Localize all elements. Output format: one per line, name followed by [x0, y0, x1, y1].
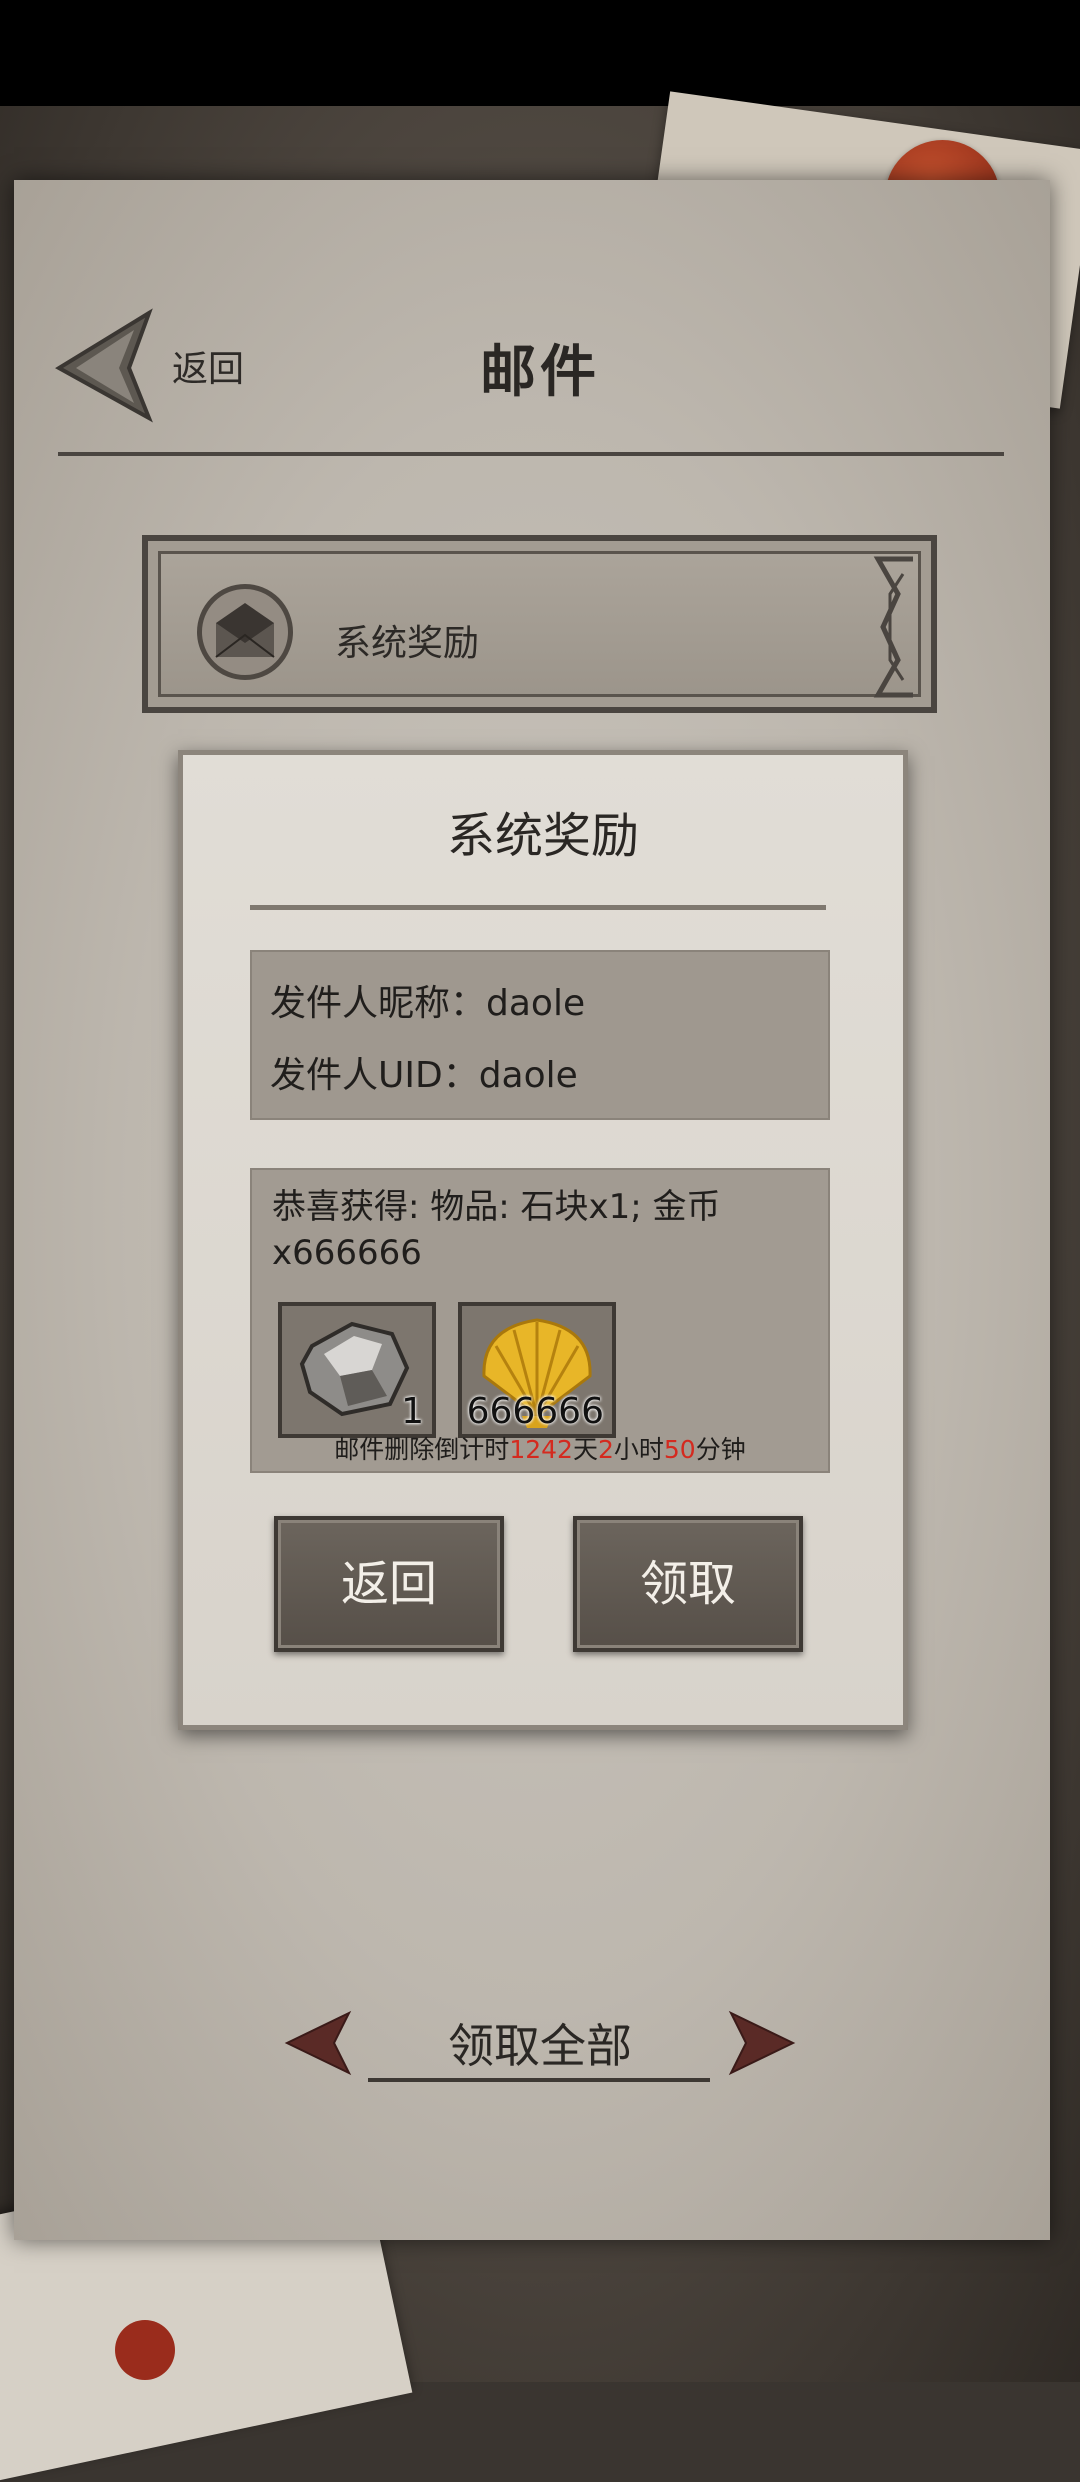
- mail-list-item-label: 系统奖励: [335, 623, 480, 664]
- wax-seal-small-icon: [115, 2320, 175, 2380]
- page-title: 邮件: [480, 340, 600, 405]
- corner-ornament-icon: [873, 556, 913, 698]
- collect-all-right-arrow-icon: [728, 2010, 796, 2076]
- collect-all-underline: [368, 2078, 710, 2082]
- countdown-days-unit: 天: [572, 1435, 598, 1464]
- mail-detail-dialog: 系统奖励 发件人昵称：daole 发件人UID：daole 恭喜获得: 物品: …: [178, 750, 908, 1730]
- sender-info-box: 发件人昵称：daole 发件人UID：daole: [250, 950, 830, 1120]
- countdown-hours-unit: 小时: [613, 1435, 664, 1464]
- dialog-divider: [250, 905, 826, 910]
- delete-countdown: 邮件删除倒计时1242天2小时50分钟: [250, 1430, 830, 1466]
- envelope-icon: [197, 584, 293, 680]
- mail-list-item-frame: 系统奖励: [158, 551, 921, 698]
- mail-list-item[interactable]: 系统奖励: [142, 535, 937, 713]
- item-count: 1: [401, 1391, 424, 1432]
- sender-uid: 发件人UID：daole: [270, 1055, 578, 1096]
- countdown-days: 1242: [509, 1435, 573, 1464]
- reward-box: 恭喜获得: 物品: 石块x1; 金币x666666 1 666666 邮件删除倒…: [250, 1168, 830, 1473]
- item-count: 666666: [466, 1391, 604, 1432]
- reward-text: 恭喜获得: 物品: 石块x1; 金币x666666: [272, 1187, 721, 1273]
- sender-nickname: 发件人昵称：daole: [270, 983, 586, 1024]
- header-divider: [58, 452, 1004, 456]
- dialog-title: 系统奖励: [446, 808, 639, 864]
- claim-button[interactable]: 领取: [573, 1516, 803, 1652]
- countdown-minutes-unit: 分钟: [695, 1435, 746, 1464]
- collect-all-button[interactable]: 领取全部: [360, 2010, 720, 2076]
- status-bar: [0, 0, 1080, 106]
- item-slot-stone[interactable]: 1: [278, 1302, 436, 1438]
- collect-all-left-arrow-icon: [284, 2010, 352, 2076]
- countdown-minutes: 50: [663, 1435, 696, 1464]
- countdown-prefix: 邮件删除倒计时: [334, 1435, 510, 1464]
- item-slot-gold[interactable]: 666666: [458, 1302, 616, 1438]
- countdown-hours: 2: [597, 1435, 614, 1464]
- dialog-back-button[interactable]: 返回: [274, 1516, 504, 1652]
